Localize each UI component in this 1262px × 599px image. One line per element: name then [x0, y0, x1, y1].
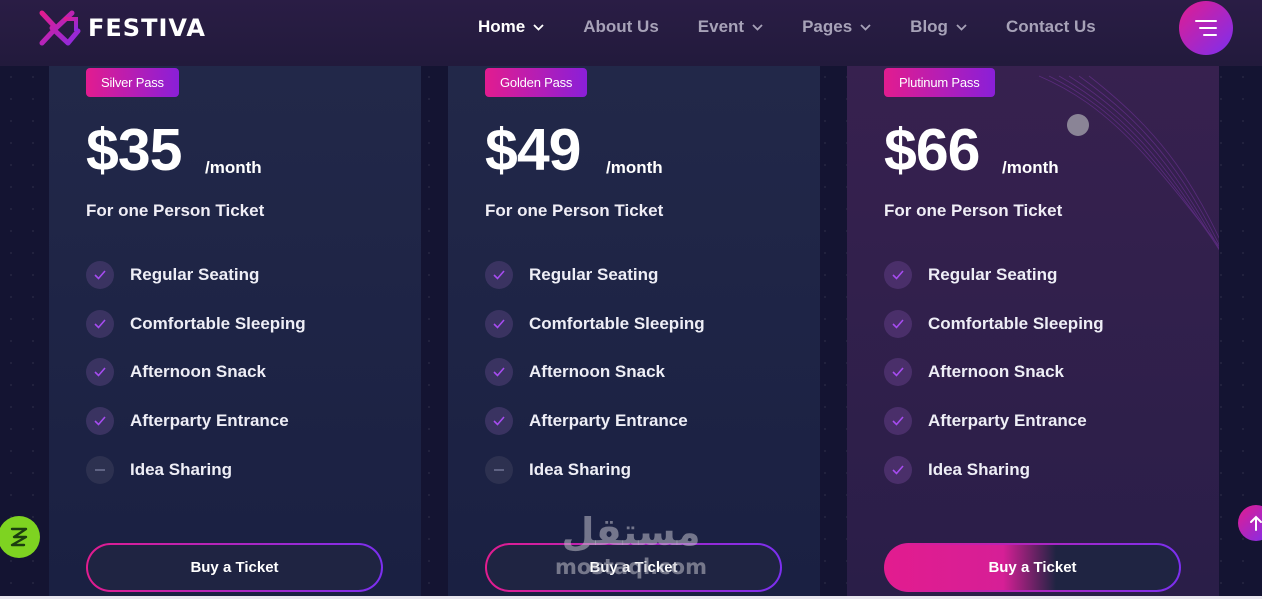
feature-label: Afterparty Entrance: [130, 411, 289, 430]
check-icon: [485, 407, 513, 435]
plan-period: /month: [1002, 158, 1059, 177]
plan-subtitle: For one Person Ticket: [884, 201, 1063, 220]
feature-label: Comfortable Sleeping: [130, 314, 306, 333]
dash-icon: [485, 456, 513, 484]
arrow-up-icon: [1250, 515, 1262, 531]
check-icon: [86, 358, 114, 386]
feature-label: Idea Sharing: [130, 460, 233, 479]
feature-label: Comfortable Sleeping: [928, 314, 1104, 333]
check-icon: [485, 261, 513, 289]
check-icon: [86, 407, 114, 435]
plan-subtitle: For one Person Ticket: [485, 201, 664, 220]
feature-item: Afternoon Snack: [485, 358, 665, 386]
plan-price: $66: [884, 117, 980, 183]
nav-item-about-us[interactable]: About Us: [583, 17, 659, 37]
check-icon: [884, 358, 912, 386]
nav-label: Event: [697, 17, 745, 36]
feature-item: Regular Seating: [485, 261, 658, 289]
feature-label: Afterparty Entrance: [529, 411, 688, 430]
feature-item: Afterparty Entrance: [86, 407, 289, 435]
watermark-arabic: مستقل: [561, 510, 701, 554]
nav-item-pages[interactable]: Pages: [802, 17, 871, 37]
site-logo[interactable]: FESTIVA: [38, 9, 206, 47]
chevron-down-icon: [533, 23, 544, 31]
nav-label: Pages: [802, 17, 853, 36]
nav-item-contact-us[interactable]: Contact Us: [1006, 17, 1096, 37]
plan-badge: Golden Pass: [485, 68, 588, 97]
feature-item: Regular Seating: [86, 261, 259, 289]
plan-price: $49: [485, 117, 581, 183]
pricing-card-silver: Silver Pass $35 /month For one Person Ti…: [49, 66, 421, 599]
check-icon: [884, 407, 912, 435]
check-icon: [86, 261, 114, 289]
hamburger-menu-icon: [1195, 20, 1217, 36]
feature-item: Afterparty Entrance: [884, 407, 1087, 435]
chevron-down-icon: [860, 23, 871, 31]
feature-label: Afternoon Snack: [529, 362, 666, 381]
feature-item: Regular Seating: [884, 261, 1057, 289]
plan-price: $35: [86, 117, 182, 183]
feature-item: Afternoon Snack: [86, 358, 266, 386]
buy-ticket-button[interactable]: Buy a Ticket: [884, 543, 1181, 592]
feature-item: Idea Sharing: [86, 456, 232, 484]
feature-label: Idea Sharing: [529, 460, 632, 479]
nav-item-blog[interactable]: Blog: [910, 17, 967, 37]
feature-item: Afternoon Snack: [884, 358, 1064, 386]
check-icon: [884, 310, 912, 338]
check-icon: [884, 261, 912, 289]
plan-subtitle: For one Person Ticket: [86, 201, 265, 220]
feature-label: Afterparty Entrance: [928, 411, 1087, 430]
check-icon: [485, 310, 513, 338]
nav-label: Home: [478, 17, 526, 36]
plan-badge: Silver Pass: [86, 68, 179, 97]
brand-name: FESTIVA: [88, 14, 206, 42]
watermark-latin: mostaql.com: [555, 555, 707, 579]
nav-label: About Us: [583, 17, 659, 36]
side-widget-button[interactable]: [0, 516, 40, 558]
buy-ticket-button[interactable]: Buy a Ticket: [86, 543, 383, 592]
feature-label: Regular Seating: [130, 265, 260, 284]
main-nav: Home About Us Event Pages Blog Contact U…: [478, 17, 1135, 37]
menu-button[interactable]: [1179, 1, 1233, 55]
feature-item: Idea Sharing: [485, 456, 631, 484]
pricing-card-platinum: Plutinum Pass $66 /month For one Person …: [847, 66, 1219, 599]
site-header: FESTIVA Home About Us Event Pages Blog C…: [0, 0, 1262, 66]
feature-label: Regular Seating: [529, 265, 659, 284]
feature-item: Comfortable Sleeping: [86, 310, 306, 338]
nav-item-home[interactable]: Home: [478, 17, 544, 37]
feature-label: Afternoon Snack: [130, 362, 267, 381]
feature-item: Comfortable Sleeping: [485, 310, 705, 338]
buy-ticket-label: Buy a Ticket: [886, 545, 1179, 590]
logo-mark-icon: [39, 10, 81, 46]
feature-item: Comfortable Sleeping: [884, 310, 1104, 338]
feature-item: Afterparty Entrance: [485, 407, 688, 435]
feature-label: Afternoon Snack: [928, 362, 1065, 381]
feature-label: Idea Sharing: [928, 460, 1031, 479]
watermark: مستقل mostaql.com: [555, 512, 707, 578]
feature-item: Idea Sharing: [884, 456, 1030, 484]
feature-label: Regular Seating: [928, 265, 1058, 284]
nav-label: Contact Us: [1005, 17, 1096, 36]
dash-icon: [86, 456, 114, 484]
check-icon: [884, 456, 912, 484]
plan-period: /month: [606, 158, 663, 177]
check-icon: [485, 358, 513, 386]
decorative-dot: [1067, 114, 1089, 136]
chevron-down-icon: [752, 23, 763, 31]
plan-badge: Plutinum Pass: [884, 68, 995, 97]
chevron-down-icon: [956, 23, 967, 31]
check-icon: [86, 310, 114, 338]
plan-period: /month: [205, 158, 262, 177]
feature-label: Comfortable Sleeping: [529, 314, 705, 333]
buy-ticket-label: Buy a Ticket: [88, 545, 381, 590]
nav-item-event[interactable]: Event: [698, 17, 763, 37]
lightning-icon: [10, 527, 28, 547]
nav-label: Blog: [910, 17, 948, 36]
